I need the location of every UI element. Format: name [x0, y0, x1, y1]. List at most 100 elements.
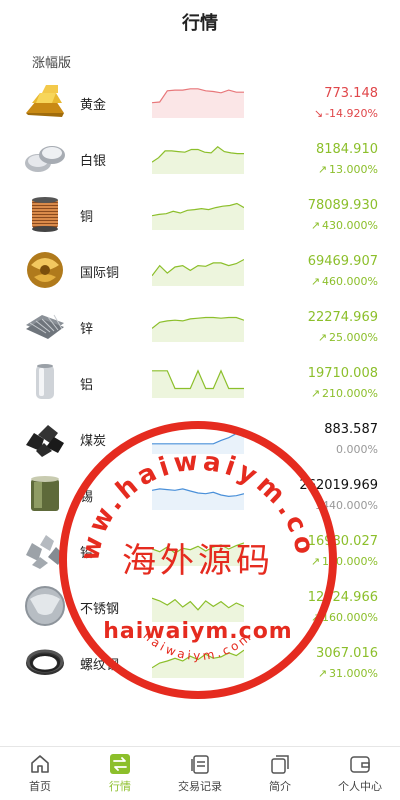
gold-bars-icon — [22, 79, 68, 125]
market-row[interactable]: 国际铜 69469.907 ↗ 460.000% — [0, 242, 400, 298]
commodity-price: 883.587 — [324, 422, 378, 437]
wallet-icon — [349, 753, 371, 775]
sparkline-chart — [152, 252, 244, 286]
tab-exchange[interactable]: 行情 — [80, 747, 160, 800]
tab-label: 交易记录 — [178, 780, 222, 793]
copper-coil-icon — [22, 191, 68, 237]
trend-up-icon: ↗ — [317, 667, 328, 680]
change-percent: 25.000% — [329, 331, 378, 344]
silver-ingots-icon — [22, 135, 68, 181]
change-indicator: ↗ 190.000% — [311, 555, 378, 568]
intro-icon — [269, 753, 291, 775]
change-percent: 460.000% — [322, 275, 378, 288]
market-row[interactable]: 煤炭 883.587 0.000% — [0, 410, 400, 466]
sparkline-chart — [152, 644, 244, 678]
commodity-name: 铝 — [80, 378, 94, 393]
steel-disc-icon — [22, 583, 68, 629]
market-row[interactable]: 白银 8184.910 ↗ 13.000% — [0, 130, 400, 186]
sparkline-chart — [152, 196, 244, 230]
coal-icon — [22, 415, 68, 461]
change-indicator: ↗ 460.000% — [311, 275, 378, 288]
commodity-price: 773.148 — [324, 86, 378, 101]
tab-wallet[interactable]: 个人中心 — [320, 747, 400, 800]
commodity-price: 16980.027 — [307, 534, 378, 549]
tab-label: 首页 — [29, 780, 51, 793]
change-indicator: 1440.000% — [315, 499, 378, 512]
market-row[interactable]: 锌 22274.969 ↗ 25.000% — [0, 298, 400, 354]
exchange-icon — [109, 753, 131, 775]
sparkline-chart — [152, 84, 244, 118]
page-header: 行情 — [0, 0, 400, 44]
commodity-price: 69469.907 — [307, 254, 378, 269]
change-percent: 13.000% — [329, 163, 378, 176]
change-percent: 160.000% — [322, 611, 378, 624]
market-row[interactable]: 锡 262019.969 1440.000% — [0, 466, 400, 522]
sparkline-chart — [152, 140, 244, 174]
tab-label: 简介 — [269, 780, 291, 793]
trend-up-icon: ↗ — [310, 387, 321, 400]
tab-records[interactable]: 交易记录 — [160, 747, 240, 800]
tin-can-icon — [22, 471, 68, 517]
copper-ball-icon — [22, 247, 68, 293]
tab-label: 行情 — [109, 780, 131, 793]
change-percent: 430.000% — [322, 219, 378, 232]
trend-up-icon: ↗ — [317, 163, 328, 176]
commodity-name: 铜 — [80, 210, 94, 225]
commodity-name: 锡 — [80, 490, 94, 505]
change-percent: -14.920% — [325, 107, 378, 120]
market-list: 黄金 773.148 ↘ -14.920% 白银 8184.910 ↗ 13.0… — [0, 74, 400, 690]
commodity-name: 不锈钢 — [80, 602, 120, 617]
sparkline-chart — [152, 364, 244, 398]
change-percent: 210.000% — [322, 387, 378, 400]
trend-up-icon: ↗ — [317, 331, 328, 344]
change-indicator: ↗ 13.000% — [318, 163, 378, 176]
commodity-name: 白银 — [80, 154, 107, 169]
sparkline-chart — [152, 476, 244, 510]
tab-label: 个人中心 — [338, 780, 382, 793]
commodity-price: 78089.930 — [307, 198, 378, 213]
aluminum-can-icon — [22, 359, 68, 405]
sparkline-chart — [152, 532, 244, 566]
commodity-name: 螺纹钢 — [80, 658, 120, 673]
market-row[interactable]: 铝 19710.008 ↗ 210.000% — [0, 354, 400, 410]
lead-chunks-icon — [22, 527, 68, 573]
records-icon — [189, 753, 211, 775]
home-icon — [29, 753, 51, 775]
change-indicator: ↗ 430.000% — [311, 219, 378, 232]
change-indicator: ↗ 160.000% — [311, 611, 378, 624]
trend-up-icon: ↗ — [310, 611, 321, 624]
trend-down-icon: ↘ — [313, 107, 324, 120]
trend-up-icon: ↗ — [310, 555, 321, 568]
trend-up-icon: ↗ — [310, 219, 321, 232]
commodity-price: 262019.969 — [299, 478, 378, 493]
sparkline-chart — [152, 588, 244, 622]
market-row[interactable]: 铜 78089.930 ↗ 430.000% — [0, 186, 400, 242]
section-title: 涨幅版 — [32, 56, 72, 71]
change-indicator: 0.000% — [336, 443, 378, 456]
zinc-sheets-icon — [22, 303, 68, 349]
page-title: 行情 — [182, 13, 218, 34]
commodity-name: 煤炭 — [80, 434, 107, 449]
change-percent: 190.000% — [322, 555, 378, 568]
commodity-price: 12424.966 — [307, 590, 378, 605]
change-percent: 31.000% — [329, 667, 378, 680]
market-row[interactable]: 铅 16980.027 ↗ 190.000% — [0, 522, 400, 578]
market-row[interactable]: 螺纹钢 3067.016 ↗ 31.000% — [0, 634, 400, 690]
change-percent: 0.000% — [336, 443, 378, 456]
market-row[interactable]: 不锈钢 12424.966 ↗ 160.000% — [0, 578, 400, 634]
commodity-name: 黄金 — [80, 98, 107, 113]
market-row[interactable]: 黄金 773.148 ↘ -14.920% — [0, 74, 400, 130]
commodity-price: 3067.016 — [315, 646, 378, 661]
commodity-price: 22274.969 — [307, 310, 378, 325]
commodity-price: 8184.910 — [315, 142, 378, 157]
commodity-name: 锌 — [80, 322, 94, 337]
rebar-coil-icon — [22, 639, 68, 685]
tab-intro[interactable]: 简介 — [240, 747, 320, 800]
tab-home[interactable]: 首页 — [0, 747, 80, 800]
bottom-tabbar: 首页 行情 交易记录 简介 个人中心 — [0, 746, 400, 800]
commodity-name: 铅 — [80, 546, 94, 561]
sparkline-chart — [152, 308, 244, 342]
commodity-name: 国际铜 — [80, 266, 120, 281]
change-indicator: ↗ 25.000% — [318, 331, 378, 344]
change-indicator: ↘ -14.920% — [314, 107, 378, 120]
